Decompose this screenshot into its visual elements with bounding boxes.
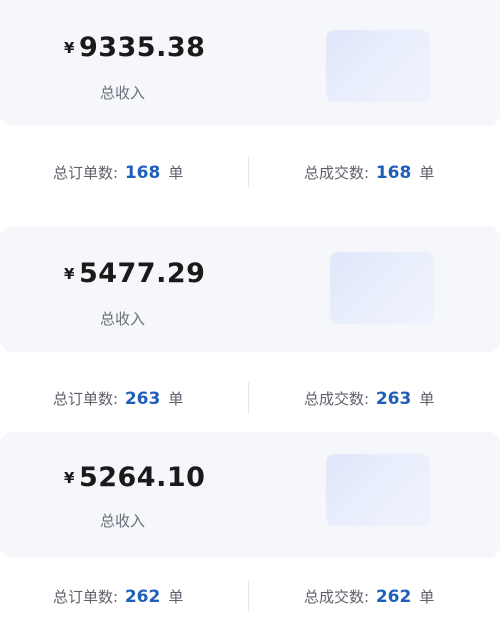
earnings-summary-page: ¥9335.38 总收入 总订单数: 168 单 总成交数: 168 单 ¥5477… [0, 0, 500, 620]
total-income-label: 总收入 [100, 512, 146, 530]
stats-divider [248, 580, 249, 612]
stats-row: 总订单数: 262 单 总成交数: 262 单 [0, 558, 500, 640]
total-orders-stat: 总订单数: 263 单 [53, 388, 183, 409]
deals-label: 总成交数: [304, 390, 370, 408]
blurred-thumbnail-image[interactable] [326, 454, 430, 526]
stats-row: 总订单数: 168 单 总成交数: 168 单 [0, 126, 500, 208]
orders-count: 262 [124, 587, 161, 607]
amount-value: 9335.38 [78, 32, 206, 63]
total-income-label: 总收入 [100, 310, 146, 328]
total-deals-stat: 总成交数: 262 单 [304, 586, 434, 607]
stats-divider [248, 156, 249, 188]
total-income-amount: ¥5477.29 [64, 258, 205, 289]
orders-label: 总订单数: [53, 390, 119, 408]
amount-value: 5264.10 [78, 462, 206, 493]
blurred-thumbnail-image[interactable] [330, 252, 434, 324]
orders-count: 263 [124, 389, 161, 409]
total-income-amount: ¥9335.38 [64, 32, 205, 63]
deals-count: 263 [375, 389, 412, 409]
blurred-thumbnail-image[interactable] [326, 30, 430, 102]
currency-symbol: ¥ [64, 39, 75, 57]
earnings-card: ¥9335.38 总收入 总订单数: 168 单 总成交数: 168 单 [0, 0, 500, 208]
orders-label: 总订单数: [53, 164, 119, 182]
earnings-card: ¥5477.29 总收入 总订单数: 263 单 总成交数: 263 单 [0, 226, 500, 434]
total-orders-stat: 总订单数: 262 单 [53, 586, 183, 607]
deals-unit: 单 [419, 164, 435, 182]
amount-value: 5477.29 [78, 258, 206, 289]
orders-unit: 单 [168, 164, 184, 182]
deals-count: 168 [375, 163, 412, 183]
currency-symbol: ¥ [64, 265, 75, 283]
deals-unit: 单 [419, 588, 435, 606]
deals-count: 262 [375, 587, 412, 607]
orders-label: 总订单数: [53, 588, 119, 606]
total-deals-stat: 总成交数: 168 单 [304, 162, 434, 183]
earnings-card: ¥5264.10 总收入 总订单数: 262 单 总成交数: 262 单 [0, 432, 500, 640]
deals-unit: 单 [419, 390, 435, 408]
currency-symbol: ¥ [64, 469, 75, 487]
total-income-label: 总收入 [100, 84, 146, 102]
total-orders-stat: 总订单数: 168 单 [53, 162, 183, 183]
deals-label: 总成交数: [304, 588, 370, 606]
income-panel: ¥5264.10 总收入 [0, 432, 500, 558]
stats-row: 总订单数: 263 单 总成交数: 263 单 [0, 352, 500, 434]
total-deals-stat: 总成交数: 263 单 [304, 388, 434, 409]
total-income-amount: ¥5264.10 [64, 462, 205, 493]
income-panel: ¥9335.38 总收入 [0, 0, 500, 126]
orders-count: 168 [124, 163, 161, 183]
orders-unit: 单 [168, 390, 184, 408]
income-panel: ¥5477.29 总收入 [0, 226, 500, 352]
orders-unit: 单 [168, 588, 184, 606]
deals-label: 总成交数: [304, 164, 370, 182]
stats-divider [248, 382, 249, 414]
